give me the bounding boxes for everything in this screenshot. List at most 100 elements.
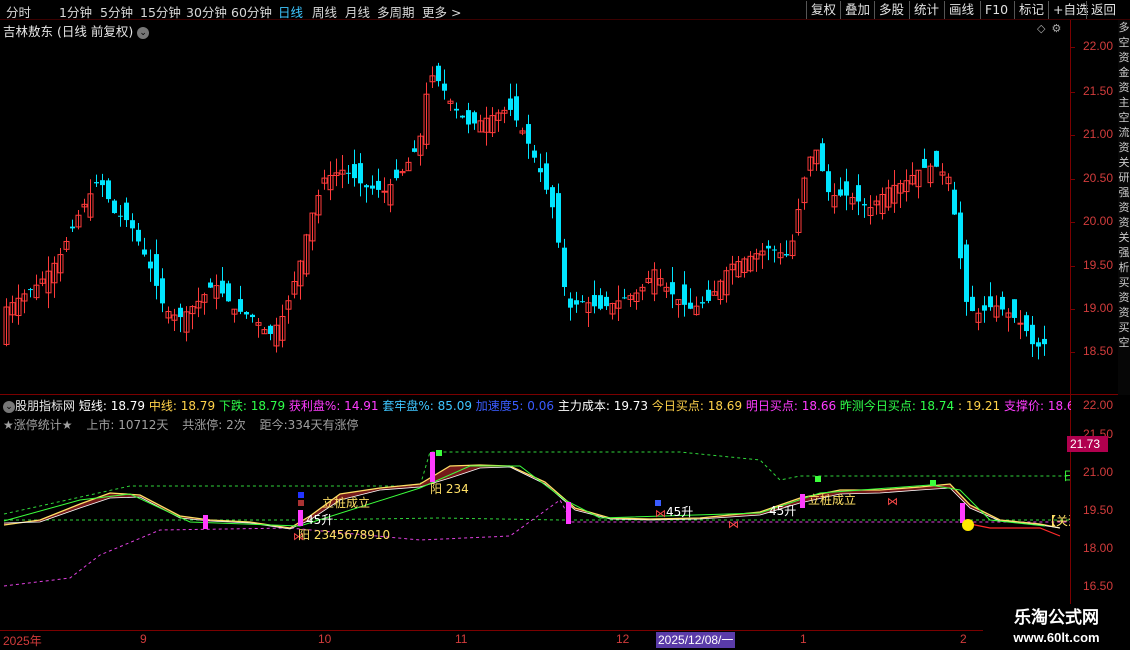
indicator-value: 获利盘%: 14.91 [285,399,379,413]
signal-dot [436,450,442,456]
f10-button[interactable]: F10 [980,1,1012,19]
signal-dot [655,500,661,506]
candle-body-down [1036,342,1041,347]
candle-body-down [556,193,561,243]
stats-since-last: 距今:334天有涨停 [259,418,359,432]
candle-body-down [508,98,513,110]
y-tick: 22.00 [1083,398,1114,412]
signal-bar [960,503,965,523]
period-weekly[interactable]: 周线 [312,2,337,21]
strip-tag: 资 [1118,291,1130,304]
draw-line-button[interactable]: 画线 [944,1,978,19]
indicator-value: 明日买点: 18.66 [742,399,837,413]
watermark: 乐淘公式网 www.60lt.com [983,604,1130,650]
period-60min[interactable]: 60分钟 [231,2,272,21]
back-button[interactable]: 返回 [1086,1,1120,19]
indicator-value: 加速度5: 0.06 [471,399,555,413]
candle-body-down [466,110,471,125]
candle-body-down [862,204,867,206]
fuquan-button[interactable]: 复权 [806,1,840,19]
candle-body-down [94,182,99,184]
strip-tag: 资 [1118,306,1130,319]
strip-tag: 关 [1118,231,1130,244]
candle-body-down [568,298,573,308]
strip-tag: 空 [1118,336,1130,349]
strip-tag: 多 [1118,21,1130,34]
candle-body-down [970,296,975,312]
overlay-button[interactable]: 叠加 [840,1,874,19]
chevron-right-icon: > [447,5,462,20]
period-15min[interactable]: 15分钟 [140,2,181,21]
period-1min[interactable]: 1分钟 [59,2,92,21]
strip-tag: 资 [1118,81,1130,94]
label-45: 45升 [769,504,796,518]
candle-body-down [844,181,849,196]
candle-body-down [544,163,549,190]
butterfly-icon: ⋈ [887,495,898,508]
indicator-name[interactable]: 股朋指标网 [15,399,75,413]
stats-button[interactable]: 统计 [909,1,943,19]
candle-body-down [124,202,129,221]
candle-body-down [562,247,567,288]
candle-body-down [142,249,147,255]
y-tick: 16.50 [1083,579,1114,593]
strip-tag: 关 [1118,156,1130,169]
period-multi[interactable]: 多周期 [377,2,415,21]
multi-stock-button[interactable]: 多股 [874,1,908,19]
indicator-value: 短线: 18.79 [75,399,146,413]
price-axis-line [1070,20,1071,630]
strip-tag: 主 [1118,96,1130,109]
candle-body-down [820,143,825,172]
signal-dot [930,480,936,486]
candle-body-down [472,112,477,124]
candle-body-down [988,296,993,308]
period-more[interactable]: 更多 > [422,2,461,21]
candle-body-down [1000,296,1005,310]
label-45: 45升 [306,513,333,527]
candle-body-down [526,124,531,144]
period-30min[interactable]: 30分钟 [186,2,227,21]
candle-body-down [136,229,141,242]
strip-tag: 资 [1118,51,1130,64]
signal-bar [800,494,805,508]
candle-body-down [160,278,165,304]
date-label: 12 [616,632,630,646]
candle-body-down [346,172,351,174]
candle-body-down [394,169,399,179]
candle-body-down [238,299,243,312]
candle-body-down [538,168,543,173]
mark-button[interactable]: 标记 [1014,1,1048,19]
candle-body-down [148,261,153,269]
chevron-down-icon[interactable]: ⌄ [3,401,15,413]
candle-body-down [208,282,213,288]
strip-tag: 资 [1118,141,1130,154]
candle-body-down [106,180,111,200]
candle-body-down [442,83,447,91]
candle-body-down [70,226,75,229]
y-tick: 18.50 [1083,344,1114,358]
candle-body-down [130,220,135,229]
y-tick: 19.00 [1083,301,1114,315]
period-5min[interactable]: 5分钟 [100,2,133,21]
date-cursor-label: 2025/12/08/一 [656,632,736,648]
signal-dot [815,476,821,482]
candle-body-down [922,158,927,168]
strip-tag: 强 [1118,186,1130,199]
period-fenshi[interactable]: 分时 [6,2,31,21]
period-daily[interactable]: 日线 [278,2,303,21]
date-label: 11 [455,632,468,646]
period-toolbar: 分时 1分钟 5分钟 15分钟 30分钟 60分钟 日线 周线 月线 多周期 更… [0,0,1130,20]
indicator-chart[interactable]: ⋈⋈⋈⋈立桩成立 立桩成立45升45升 45升阳 234阳 2345678910【关… [0,434,1070,630]
candlestick-chart[interactable] [0,20,1070,395]
candle-body-down [226,283,231,302]
indicator-value: 今日买点: 18.69 [648,399,743,413]
period-monthly[interactable]: 月线 [345,2,370,21]
date-axis: 2025年 9 10 11 12 1 2 2025/12/08/一 [0,630,1070,650]
candle-body-down [574,300,579,305]
y-tick: 22.00 [1083,39,1114,53]
candle-body-down [268,325,273,334]
candle-body-down [370,185,375,189]
y-tick: 21.00 [1083,465,1114,479]
candle-body-down [178,307,183,318]
date-label: 10 [318,632,332,646]
